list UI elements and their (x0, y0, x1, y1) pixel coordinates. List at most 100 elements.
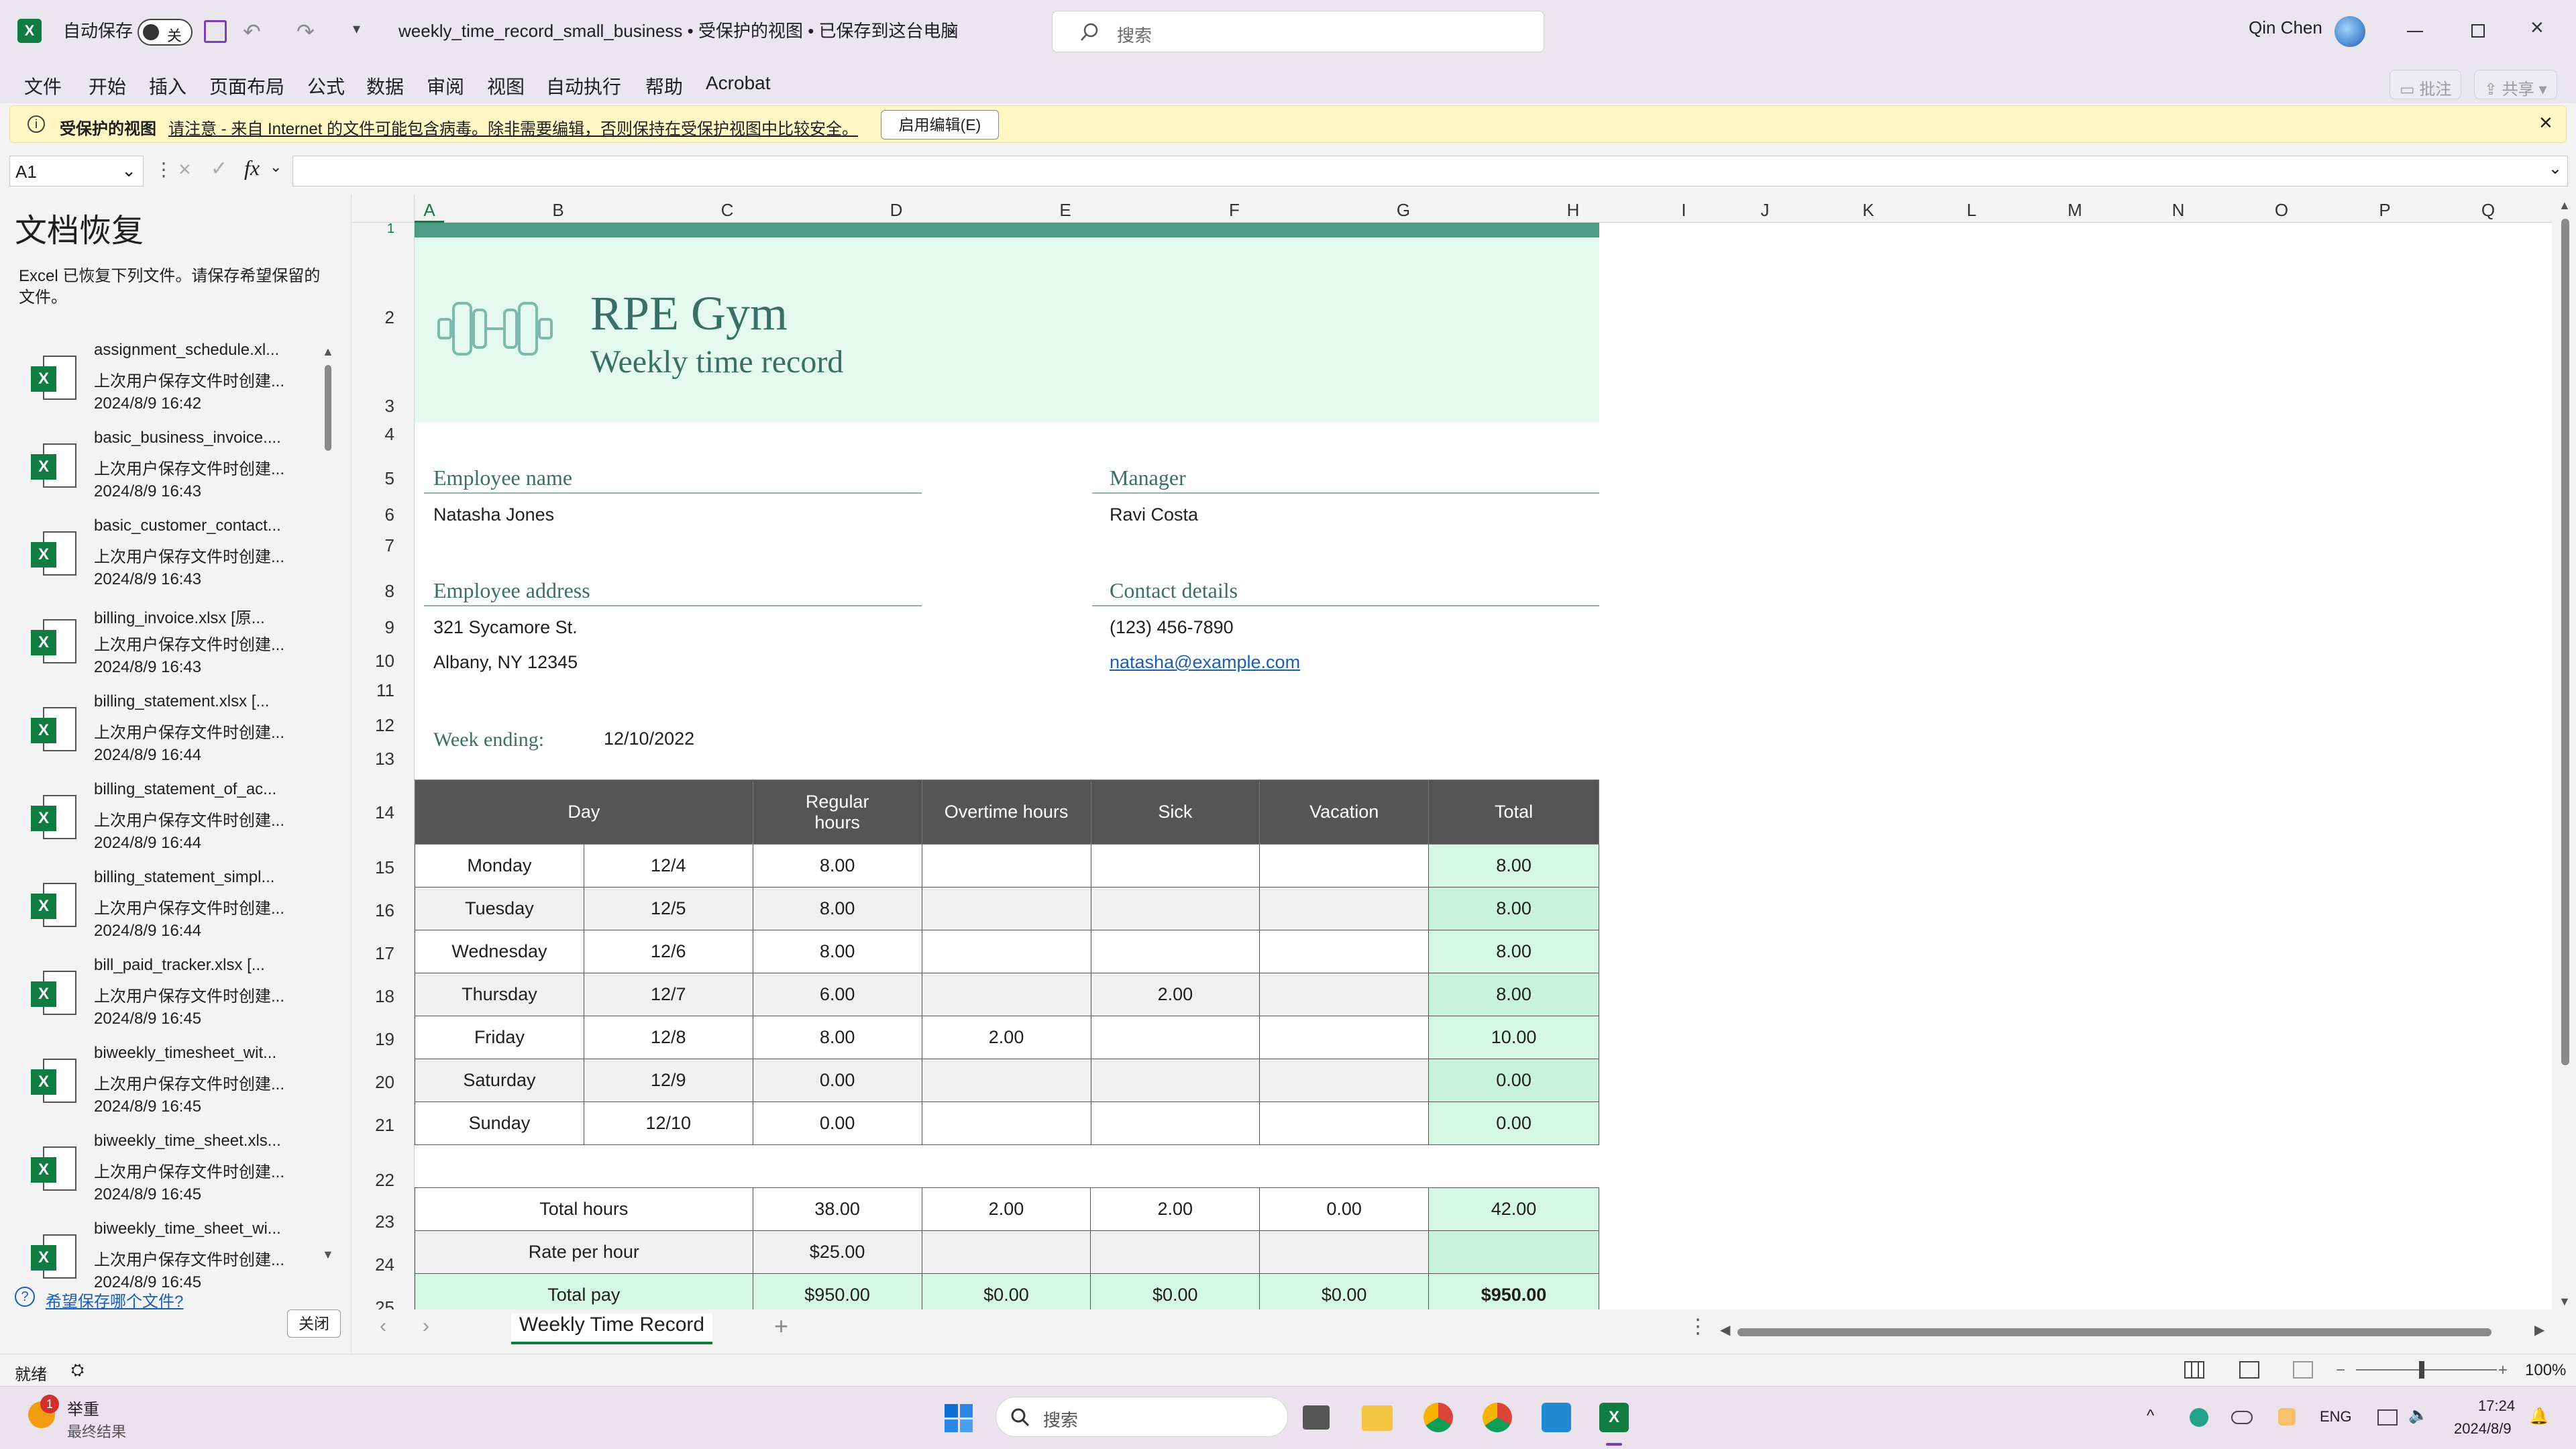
cell-total[interactable]: $950.00 (1428, 1273, 1599, 1309)
next-sheet-icon[interactable]: › (423, 1315, 429, 1338)
menu-home[interactable]: 开始 (89, 72, 126, 99)
cell-sick[interactable]: 2.00 (1090, 973, 1260, 1016)
recovered-file-item[interactable]: Xbill_paid_tracker.xlsx [... 上次用户保存文件时创建.… (24, 952, 319, 1038)
row-header-20[interactable]: 20 (353, 1072, 415, 1093)
row-header-3[interactable]: 3 (353, 396, 415, 417)
row-header-13[interactable]: 13 (353, 749, 415, 769)
cell-total[interactable]: 8.00 (1428, 973, 1599, 1016)
widget-title[interactable]: 举重 (67, 1396, 99, 1419)
column-header-o[interactable]: O (2230, 200, 2333, 221)
cell-overtime[interactable] (921, 1059, 1091, 1102)
cell-vacation[interactable] (1259, 1230, 1430, 1274)
chevron-down-icon[interactable]: ⌄ (270, 158, 282, 176)
menu-acrobat[interactable]: Acrobat (706, 72, 771, 94)
share-button[interactable]: ⇪ 共享 ▾ (2474, 70, 2557, 99)
row-header-14[interactable]: 14 (353, 802, 415, 823)
cell-sick[interactable] (1090, 887, 1260, 930)
column-header-f[interactable]: F (1150, 200, 1319, 221)
redo-icon[interactable]: ↷ (297, 19, 315, 44)
cell-overtime[interactable]: 2.00 (921, 1187, 1091, 1231)
row-header-24[interactable]: 24 (353, 1254, 415, 1275)
row-header-23[interactable]: 23 (353, 1212, 415, 1232)
close-icon[interactable]: × (2530, 15, 2544, 41)
vertical-scrollbar-thumb[interactable] (2561, 219, 2569, 1065)
column-header-c[interactable]: C (643, 200, 812, 221)
row-header-5[interactable]: 5 (353, 468, 415, 489)
recovered-file-item[interactable]: Xbilling_statement_of_ac... 上次用户保存文件时创建..… (24, 776, 319, 862)
zoom-slider-thumb[interactable] (2419, 1361, 2424, 1379)
cell-date[interactable]: 12/9 (583, 1059, 753, 1102)
minimize-icon[interactable] (2407, 31, 2423, 32)
row-header-17[interactable]: 17 (353, 943, 415, 964)
menu-file[interactable]: 文件 (24, 72, 62, 99)
recovered-file-item[interactable]: Xbasic_customer_contact... 上次用户保存文件时创建...… (24, 513, 319, 598)
address-line-2[interactable]: Albany, NY 12345 (433, 652, 578, 673)
address-line-1[interactable]: 321 Sycamore St. (433, 617, 578, 638)
cell-regular[interactable]: 0.00 (752, 1102, 922, 1145)
cell-regular[interactable]: $950.00 (752, 1273, 922, 1309)
cell-overtime[interactable] (921, 1230, 1091, 1274)
tray-app-icon[interactable] (2278, 1408, 2296, 1426)
cell-sick[interactable] (1090, 1016, 1260, 1059)
chrome-icon[interactable] (1424, 1403, 1453, 1432)
cell-label[interactable]: Rate per hour (415, 1230, 753, 1274)
recovered-file-item[interactable]: Xbiweekly_time_sheet.xls... 上次用户保存文件时创建..… (24, 1128, 319, 1214)
cell-regular[interactable]: $25.00 (752, 1230, 922, 1274)
cell-total[interactable]: 8.00 (1428, 844, 1599, 888)
row-header-11[interactable]: 11 (353, 680, 415, 701)
cell-sick[interactable]: 2.00 (1090, 1187, 1260, 1231)
row-header-6[interactable]: 6 (353, 504, 415, 525)
column-header-a[interactable]: A (415, 200, 444, 223)
recovered-file-item[interactable]: Xbiweekly_timesheet_wit... 上次用户保存文件时创建...… (24, 1040, 319, 1126)
clock-date[interactable]: 2024/8/9 (2454, 1420, 2512, 1438)
row-header-22[interactable]: 22 (353, 1170, 415, 1191)
row-header-18[interactable]: 18 (353, 986, 415, 1007)
cell-overtime[interactable] (921, 973, 1091, 1016)
row-header-7[interactable]: 7 (353, 535, 415, 556)
cell-vacation[interactable] (1259, 973, 1430, 1016)
more-icon[interactable]: ⋮ (1688, 1315, 1708, 1338)
row-header-1[interactable]: 1 (353, 221, 415, 237)
recovered-file-item[interactable]: Xassignment_schedule.xl... 上次用户保存文件时创建...… (24, 337, 319, 423)
column-header-n[interactable]: N (2127, 200, 2230, 221)
cell-sick[interactable] (1090, 844, 1260, 888)
zoom-level[interactable]: 100% (2525, 1361, 2566, 1380)
cell-regular[interactable]: 8.00 (752, 930, 922, 973)
cell-date[interactable]: 12/4 (583, 844, 753, 888)
manager-name[interactable]: Ravi Costa (1110, 504, 1198, 525)
scrollbar-track[interactable]: ▲ ▼ (322, 345, 334, 1268)
edge-icon[interactable] (2190, 1408, 2208, 1427)
comment-button[interactable]: ▭ 批注 (2390, 70, 2462, 99)
enable-editing-button[interactable]: 启用编辑(E) (881, 110, 999, 140)
windows-start-icon[interactable] (945, 1404, 973, 1432)
prev-sheet-icon[interactable]: ‹ (380, 1315, 386, 1338)
cell-sick[interactable]: $0.00 (1090, 1273, 1260, 1309)
column-header-l[interactable]: L (1920, 200, 2023, 221)
cell-overtime[interactable] (921, 930, 1091, 973)
cell-total[interactable]: 0.00 (1428, 1059, 1599, 1102)
widget-subtitle[interactable]: 最终结果 (67, 1420, 126, 1442)
cell-overtime[interactable] (921, 887, 1091, 930)
sheet-tab-weekly-time-record[interactable]: Weekly Time Record (511, 1313, 712, 1344)
cell-day[interactable]: Saturday (415, 1059, 584, 1102)
cell-regular[interactable]: 38.00 (752, 1187, 922, 1231)
cell-total[interactable] (1428, 1230, 1599, 1274)
menu-review[interactable]: 审阅 (427, 72, 464, 99)
row-header-9[interactable]: 9 (353, 617, 415, 638)
clock-time[interactable]: 17:24 (2478, 1397, 2515, 1415)
column-header-m[interactable]: M (2023, 200, 2127, 221)
autosave-toggle[interactable]: 关 (138, 19, 193, 46)
language-indicator[interactable]: ENG (2320, 1408, 2352, 1426)
week-ending-date[interactable]: 12/10/2022 (604, 729, 694, 749)
cell-label[interactable]: Total pay (415, 1273, 753, 1309)
name-box[interactable]: A1 ⌄ (9, 156, 144, 186)
cell-overtime[interactable] (921, 844, 1091, 888)
row-header-8[interactable]: 8 (353, 581, 415, 602)
cell-vacation[interactable] (1259, 1059, 1430, 1102)
cell-overtime[interactable]: 2.00 (921, 1016, 1091, 1059)
cell-vacation[interactable]: 0.00 (1259, 1187, 1430, 1231)
column-header-p[interactable]: P (2333, 200, 2436, 221)
notification-bell-icon[interactable]: 🔔 (2529, 1407, 2549, 1426)
which-files-link[interactable]: 希望保存哪个文件? (46, 1288, 183, 1311)
cell-total[interactable]: 10.00 (1428, 1016, 1599, 1059)
